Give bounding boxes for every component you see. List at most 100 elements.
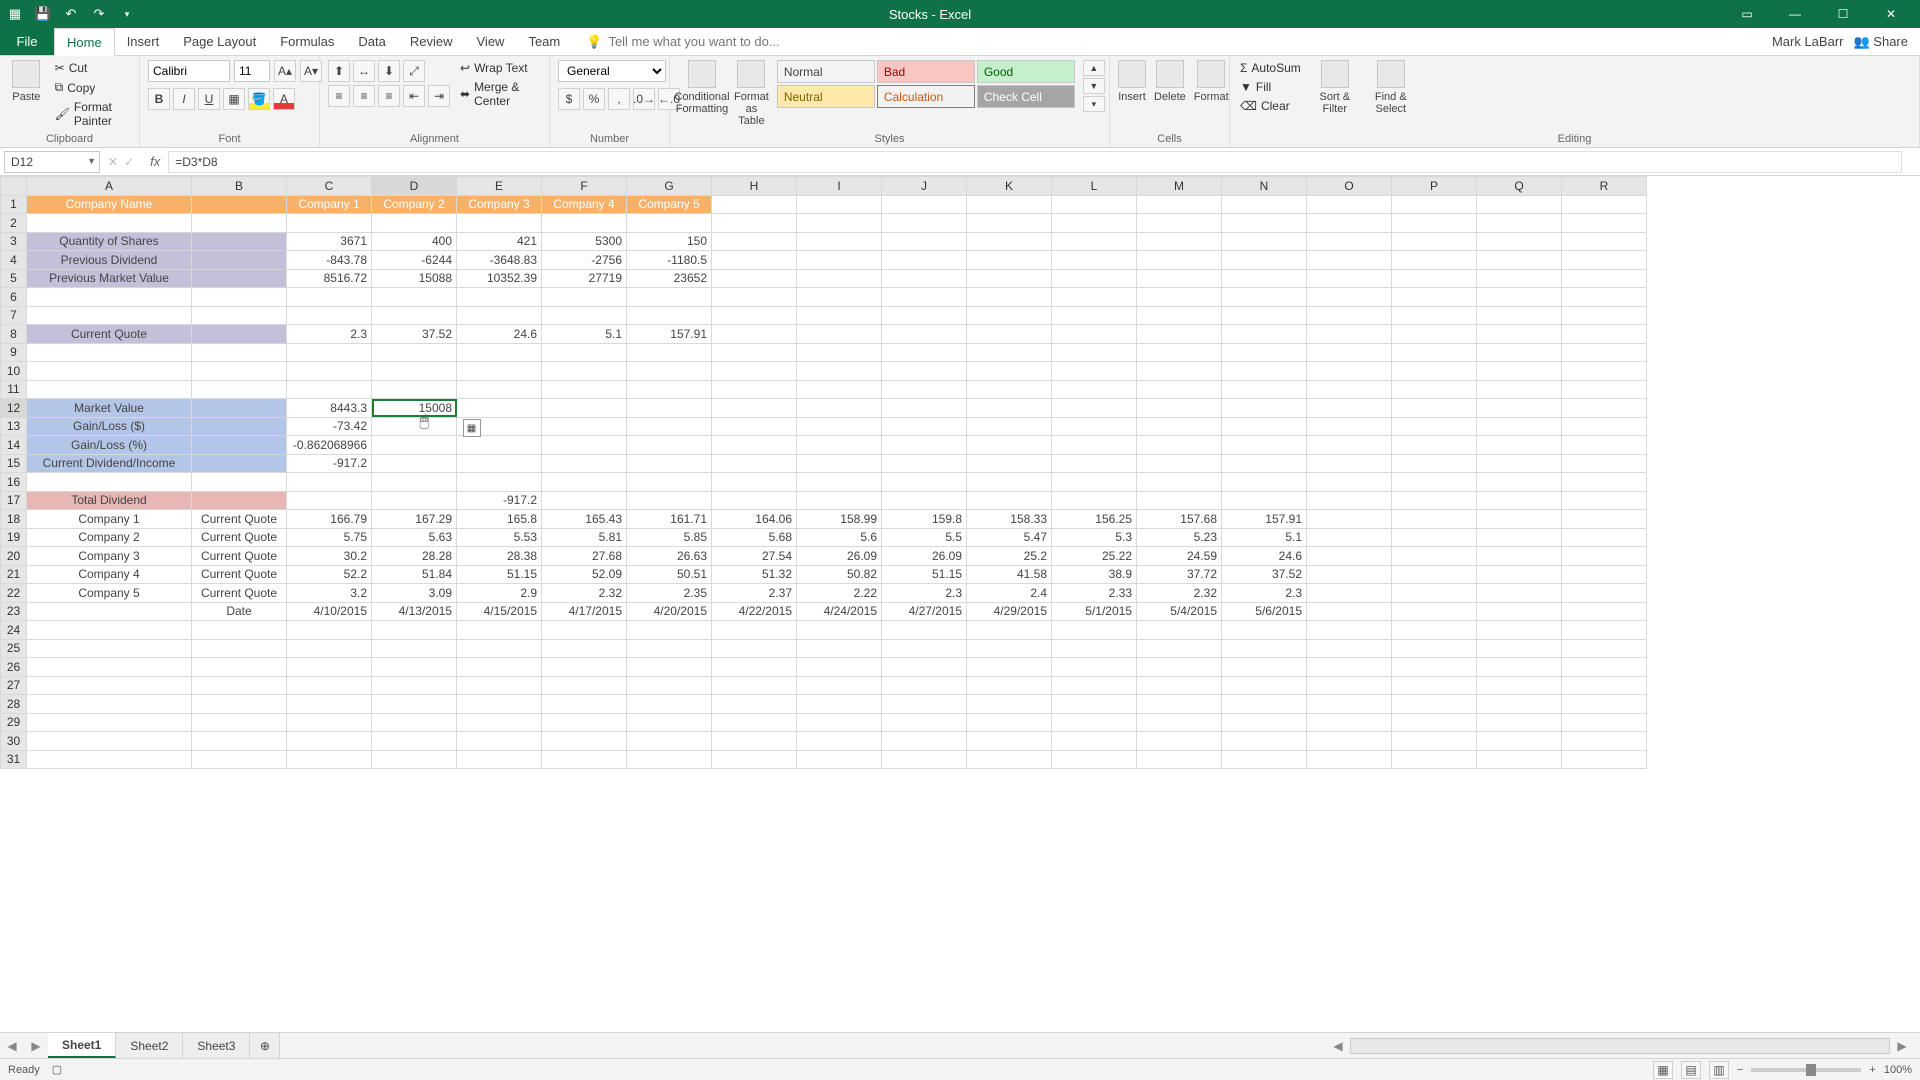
cell-B28[interactable] [192,695,287,714]
cell-R4[interactable] [1562,251,1647,270]
row-header-22[interactable]: 22 [1,584,27,603]
cell-J3[interactable] [882,232,967,251]
cell-O1[interactable] [1307,195,1392,214]
cell-Q3[interactable] [1477,232,1562,251]
cell-Q18[interactable] [1477,510,1562,529]
cell-L12[interactable] [1052,399,1137,418]
cell-M29[interactable] [1137,713,1222,732]
cell-F14[interactable] [542,436,627,455]
cell-C3[interactable]: 3671 [287,232,372,251]
redo-icon[interactable]: ↷ [90,5,108,23]
cell-J21[interactable]: 51.15 [882,565,967,584]
cell-M31[interactable] [1137,750,1222,769]
cell-N27[interactable] [1222,676,1307,695]
cell-R31[interactable] [1562,750,1647,769]
cell-O21[interactable] [1307,565,1392,584]
cell-P2[interactable] [1392,214,1477,233]
cell-B17[interactable] [192,491,287,510]
cell-M13[interactable] [1137,417,1222,436]
row-header-20[interactable]: 20 [1,547,27,566]
cell-M26[interactable] [1137,658,1222,677]
cell-M16[interactable] [1137,473,1222,492]
number-format-select[interactable]: General [558,60,666,82]
format-as-table-button[interactable]: Format as Table [734,60,769,127]
cell-N18[interactable]: 157.91 [1222,510,1307,529]
cell-H26[interactable] [712,658,797,677]
cell-C5[interactable]: 8516.72 [287,269,372,288]
cell-Q24[interactable] [1477,621,1562,640]
cell-H3[interactable] [712,232,797,251]
cell-J15[interactable] [882,454,967,473]
font-name-select[interactable] [148,60,230,82]
cell-H19[interactable]: 5.68 [712,528,797,547]
minimize-icon[interactable]: — [1772,0,1818,28]
row-header-16[interactable]: 16 [1,473,27,492]
cell-L8[interactable] [1052,325,1137,344]
cell-D21[interactable]: 51.84 [372,565,457,584]
cell-K21[interactable]: 41.58 [967,565,1052,584]
cell-J24[interactable] [882,621,967,640]
col-header-C[interactable]: C [287,177,372,196]
cell-L6[interactable] [1052,288,1137,307]
cell-O15[interactable] [1307,454,1392,473]
col-header-E[interactable]: E [457,177,542,196]
cell-J20[interactable]: 26.09 [882,547,967,566]
cell-G14[interactable] [627,436,712,455]
cell-P15[interactable] [1392,454,1477,473]
cell-D20[interactable]: 28.28 [372,547,457,566]
cell-P6[interactable] [1392,288,1477,307]
cell-R3[interactable] [1562,232,1647,251]
cell-O28[interactable] [1307,695,1392,714]
cell-P8[interactable] [1392,325,1477,344]
cell-D2[interactable] [372,214,457,233]
cell-O13[interactable] [1307,417,1392,436]
cell-M4[interactable] [1137,251,1222,270]
cell-P10[interactable] [1392,362,1477,381]
cell-O29[interactable] [1307,713,1392,732]
cell-J7[interactable] [882,306,967,325]
cell-N26[interactable] [1222,658,1307,677]
cell-I4[interactable] [797,251,882,270]
cell-D5[interactable]: 15088 [372,269,457,288]
cell-I28[interactable] [797,695,882,714]
cell-H17[interactable] [712,491,797,510]
cell-R18[interactable] [1562,510,1647,529]
cell-E16[interactable] [457,473,542,492]
cell-Q15[interactable] [1477,454,1562,473]
cell-E25[interactable] [457,639,542,658]
cell-F6[interactable] [542,288,627,307]
orientation-icon[interactable]: ⤢ [403,60,425,82]
row-header-2[interactable]: 2 [1,214,27,233]
cell-K24[interactable] [967,621,1052,640]
cell-N8[interactable] [1222,325,1307,344]
cell-G7[interactable] [627,306,712,325]
row-header-17[interactable]: 17 [1,491,27,510]
clear-button[interactable]: ⌫Clear [1238,98,1303,114]
cell-L17[interactable] [1052,491,1137,510]
cell-H25[interactable] [712,639,797,658]
cell-K26[interactable] [967,658,1052,677]
select-all-corner[interactable] [1,177,27,196]
cell-B26[interactable] [192,658,287,677]
cell-I12[interactable] [797,399,882,418]
row-header-24[interactable]: 24 [1,621,27,640]
view-page-break-icon[interactable]: ▥ [1709,1061,1729,1079]
cell-E8[interactable]: 24.6 [457,325,542,344]
col-header-P[interactable]: P [1392,177,1477,196]
cell-B15[interactable] [192,454,287,473]
cell-L19[interactable]: 5.3 [1052,528,1137,547]
cell-L25[interactable] [1052,639,1137,658]
cell-N17[interactable] [1222,491,1307,510]
merge-center-button[interactable]: ⬌Merge & Center [458,79,541,109]
cell-J22[interactable]: 2.3 [882,584,967,603]
cell-G17[interactable] [627,491,712,510]
cell-P19[interactable] [1392,528,1477,547]
cell-A11[interactable] [27,380,192,399]
cell-A15[interactable]: Current Dividend/Income [27,454,192,473]
sheet-tab-3[interactable]: Sheet3 [183,1033,250,1058]
cell-P16[interactable] [1392,473,1477,492]
tab-home[interactable]: Home [54,28,115,56]
cell-H12[interactable] [712,399,797,418]
row-header-26[interactable]: 26 [1,658,27,677]
cell-B16[interactable] [192,473,287,492]
